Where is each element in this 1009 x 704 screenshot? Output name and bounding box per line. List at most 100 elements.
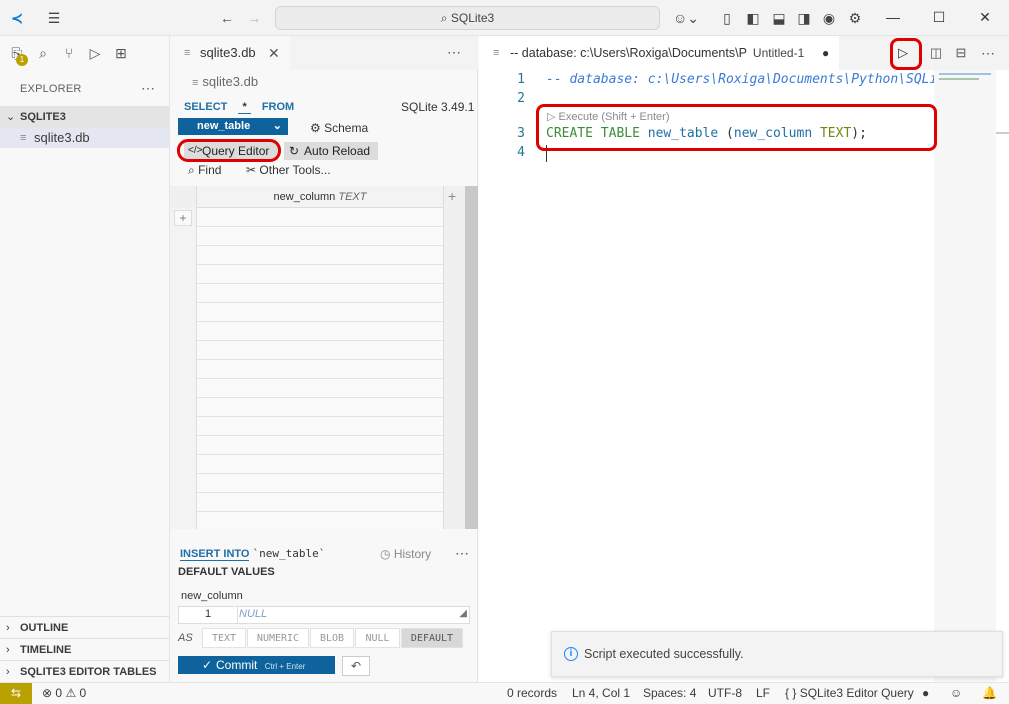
close-window-button[interactable]: ✕ (962, 0, 1008, 36)
section-outline[interactable]: › OUTLINE (0, 616, 169, 638)
toggle-secondary-sidebar-icon[interactable]: ◨ (795, 9, 813, 27)
search-icon[interactable]: ⌕ (34, 44, 52, 62)
select-columns-input[interactable]: * (238, 101, 251, 114)
paren-open: ( (726, 126, 734, 141)
error-count: 0 (55, 686, 63, 700)
status-bar: ⇆ ⊗ 0 ⚠ 0 0 records Ln 4, Col 1 Spaces: … (0, 682, 1009, 704)
tab-sqlite3-db[interactable]: ≡ sqlite3.db ✕ (170, 36, 290, 70)
tab-file: Untitled-1 (752, 46, 805, 60)
more-actions-icon[interactable]: ⋯ (447, 44, 461, 61)
encoding[interactable]: UTF-8 (708, 683, 742, 704)
execute-codelens[interactable]: ▷ Execute (Shift + Enter) (547, 110, 670, 123)
minimap[interactable] (934, 70, 996, 682)
chevron-down-icon: ⌄ (272, 120, 282, 132)
extensions-icon[interactable]: ⊞ (112, 44, 130, 62)
other-tools-button[interactable]: ✂ Other Tools... (246, 163, 331, 177)
play-icon: ▷ (547, 111, 556, 123)
auto-reload-button[interactable]: ↻ Auto Reload (284, 142, 378, 160)
schema-button[interactable]: ⚙ Schema (310, 121, 368, 135)
info-icon: i (564, 647, 578, 661)
gear-icon[interactable]: ⚙ (846, 9, 864, 27)
data-grid: new_column TEXT + + (170, 186, 478, 529)
table-select-dropdown[interactable]: new_table ⌄ (178, 118, 288, 135)
notifications-bell-icon[interactable]: 🔔 (982, 683, 997, 704)
end-of-line[interactable]: LF (756, 683, 770, 704)
table-select-value: new_table (197, 120, 251, 132)
vscode-logo-icon: ≺ (11, 10, 23, 26)
back-arrow-icon[interactable]: ← (218, 9, 236, 27)
section-timeline[interactable]: › TIMELINE (0, 638, 169, 660)
toggle-panel-icon[interactable]: ⬓ (770, 9, 788, 27)
section-header-sqlite3[interactable]: ⌄ SQLITE3 (0, 106, 169, 128)
type-option-default[interactable]: DEFAULT (401, 628, 463, 648)
history-button[interactable]: ◷ History (380, 547, 431, 561)
column-header-new-column[interactable]: new_column TEXT (196, 186, 444, 208)
commit-button[interactable]: ✓ Commit Ctrl + Enter (178, 656, 335, 674)
sqlite-version: SQLite 3.49.1 (401, 100, 475, 114)
explorer-title: EXPLORER (20, 83, 82, 95)
run-query-button[interactable]: ▷ (893, 43, 913, 63)
file-icon: ≡ (493, 47, 500, 59)
copilot-icon[interactable]: ☺⌄ (672, 9, 700, 27)
run-debug-icon[interactable]: ▷ (86, 44, 104, 62)
problems-indicator[interactable]: ⊗ 0 ⚠ 0 (42, 683, 86, 704)
insert-value-input[interactable] (237, 607, 463, 623)
undo-button[interactable]: ↶ (342, 656, 370, 676)
add-column-icon[interactable]: + (448, 188, 456, 204)
notification-message: Script executed successfully. (584, 647, 744, 661)
records-count[interactable]: 0 records (507, 683, 557, 704)
minimize-button[interactable]: — (870, 0, 916, 36)
sqlite-status-icon[interactable]: ● (922, 683, 929, 704)
section-sqlite3-editor-tables[interactable]: › SQLITE3 EDITOR TABLES (0, 660, 169, 682)
play-icon: ▷ (898, 45, 908, 60)
account-icon[interactable]: ◉ (820, 9, 838, 27)
row-number: 1 (205, 608, 212, 620)
unsaved-dot-icon[interactable]: ● (822, 36, 829, 70)
more-actions-icon[interactable]: ⋯ (979, 43, 997, 63)
tab-title: -- database: c:\Users\Roxiga\Documents\P (510, 46, 747, 60)
minimap-line (939, 73, 991, 75)
editor-tab-bar: ≡ -- database: c:\Users\Roxiga\Documents… (479, 36, 1009, 70)
identifier-table: new_table (647, 126, 719, 141)
code-icon: </> (188, 145, 203, 156)
source-control-icon[interactable]: ⑂ (60, 44, 78, 62)
chevron-down-icon: ⌄ (6, 111, 16, 123)
layout-custom-icon[interactable]: ▯ (718, 9, 736, 27)
remote-indicator-icon[interactable]: ⇆ (0, 683, 32, 704)
find-button[interactable]: ⌕ Find (188, 163, 221, 178)
open-changes-icon[interactable]: ◫ (927, 43, 945, 63)
keyword-table: TABLE (600, 126, 640, 141)
tab-label: sqlite3.db (200, 45, 256, 60)
type-option-null[interactable]: NULL (355, 628, 400, 648)
grid-scrollbar[interactable] (465, 186, 478, 529)
query-editor-button[interactable]: </> Query Editor (184, 142, 278, 160)
type-option-text[interactable]: TEXT (202, 628, 246, 648)
default-values-label: DEFAULT VALUES (178, 566, 275, 578)
breadcrumb-file: sqlite3.db (202, 74, 259, 89)
breadcrumb[interactable]: ≡ sqlite3.db (192, 74, 258, 89)
code-line-create-table[interactable]: CREATE TABLE new_table (new_column TEXT)… (546, 126, 867, 141)
close-icon[interactable]: ✕ (268, 36, 280, 70)
copilot-status-icon[interactable]: ☺ (950, 683, 962, 704)
file-item-sqlite3-db[interactable]: ≡ sqlite3.db (0, 128, 169, 148)
code-line-comment[interactable]: -- database: c:\Users\Roxiga\Documents\P… (546, 72, 934, 87)
more-actions-icon[interactable]: ⋯ (141, 80, 155, 97)
split-editor-icon[interactable]: ⊟ (952, 43, 970, 63)
notification-toast: i Script executed successfully. (551, 631, 1003, 677)
maximize-button[interactable]: ☐ (916, 0, 962, 36)
grid-body[interactable] (196, 208, 444, 529)
add-row-icon[interactable]: + (174, 210, 192, 226)
tab-untitled-1[interactable]: ≡ -- database: c:\Users\Roxiga\Documents… (479, 36, 839, 70)
more-actions-icon[interactable]: ⋯ (455, 545, 469, 562)
resize-handle-icon[interactable]: ◢ (459, 608, 467, 619)
command-center-search[interactable]: ⌕ SQLite3 (275, 6, 660, 30)
cursor-position[interactable]: Ln 4, Col 1 (572, 683, 630, 704)
language-mode[interactable]: { } SQLite3 Editor Query (785, 683, 914, 704)
menu-icon[interactable]: ☰ (45, 9, 63, 27)
type-option-numeric[interactable]: NUMERIC (247, 628, 309, 648)
forward-arrow-icon[interactable]: → (245, 9, 263, 27)
type-option-blob[interactable]: BLOB (310, 628, 354, 648)
indentation[interactable]: Spaces: 4 (643, 683, 696, 704)
file-icon: ≡ (192, 77, 199, 89)
toggle-primary-sidebar-icon[interactable]: ◧ (744, 9, 762, 27)
